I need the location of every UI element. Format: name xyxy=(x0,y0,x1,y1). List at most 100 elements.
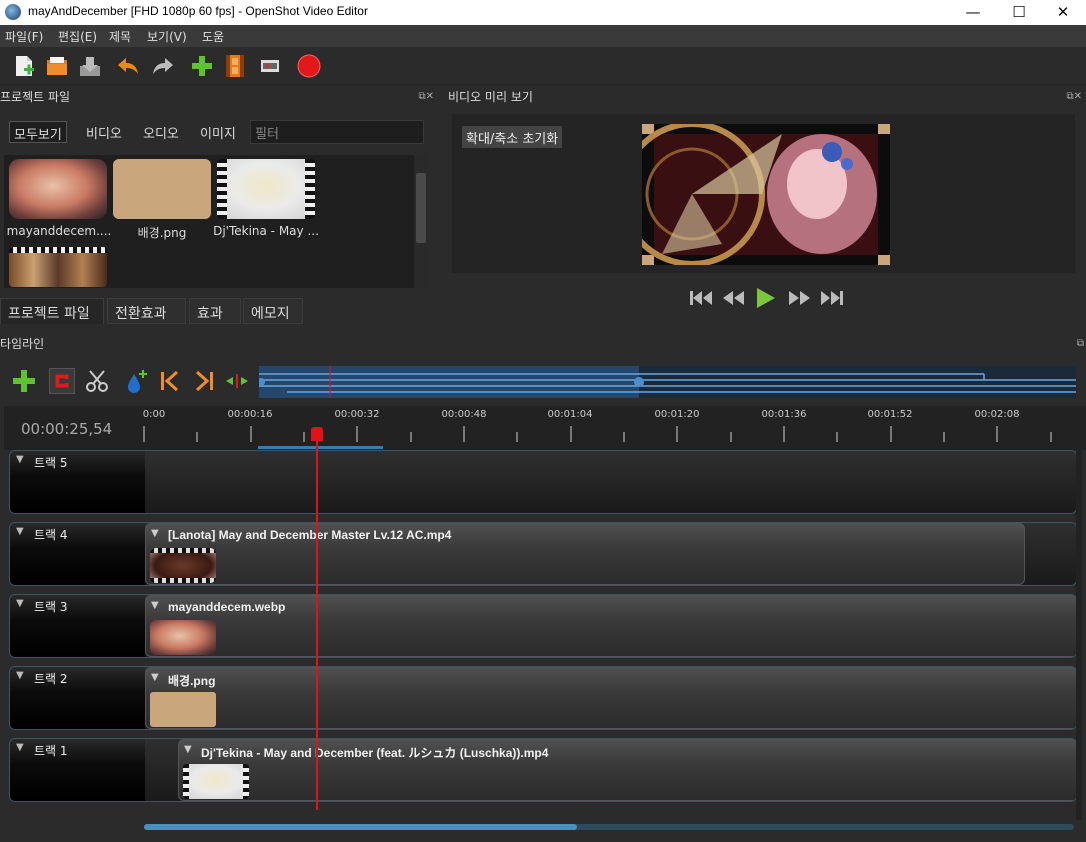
track-header: ▼ 트랙 5 xyxy=(10,451,145,513)
file-thumb-mayanddecem[interactable] xyxy=(9,159,107,219)
menu-view[interactable]: 보기(V) xyxy=(147,28,187,45)
chevron-down-icon[interactable]: ▼ xyxy=(151,672,159,683)
fast-forward-icon[interactable] xyxy=(786,288,812,308)
undo-icon[interactable] xyxy=(116,54,140,78)
dock-float-close-icon[interactable]: ⧉✕ xyxy=(418,91,434,102)
timeline-clip[interactable]: ▼ Dj'Tekina - May and December (feat. ルシ… xyxy=(178,739,1076,801)
choose-profile-icon[interactable] xyxy=(223,54,247,78)
window-title: mayAndDecember [FHD 1080p 60 fps] - Open… xyxy=(28,4,368,18)
menu-edit[interactable]: 편집(E) xyxy=(58,28,97,45)
rewind-icon[interactable] xyxy=(721,288,747,308)
redo-icon[interactable] xyxy=(151,54,175,78)
add-track-icon[interactable] xyxy=(11,368,37,394)
close-button[interactable]: ✕ xyxy=(1040,0,1086,25)
clip-thumbnail xyxy=(183,764,249,799)
track-4[interactable]: ▼ 트랙 4 ▼ [Lanota] May and December Maste… xyxy=(9,522,1077,586)
timeline-overview[interactable] xyxy=(257,366,1076,398)
chevron-down-icon[interactable]: ▼ xyxy=(16,598,24,609)
fullscreen-icon[interactable] xyxy=(258,54,282,78)
track-3[interactable]: ▼ 트랙 3 ▼ mayanddecem.webp xyxy=(9,594,1077,658)
file-thumb-djtekina[interactable] xyxy=(217,159,315,219)
menu-file[interactable]: 파일(F) xyxy=(5,28,43,45)
main-toolbar xyxy=(0,47,1086,85)
filter-input[interactable]: 필터 xyxy=(250,120,424,144)
track-lane[interactable]: ▼ mayanddecem.webp xyxy=(145,595,1076,657)
timeline-vertical-scrollbar[interactable] xyxy=(1076,450,1082,820)
clip-title: 배경.png xyxy=(168,674,216,688)
zoom-reset-button[interactable]: 확대/축소 초기화 xyxy=(462,126,563,148)
tab-transitions[interactable]: 전환효과 xyxy=(107,298,186,324)
dock-float-icon[interactable]: ⧉ xyxy=(1077,338,1084,349)
file-label: Dj'Tekina - May ... xyxy=(213,224,319,238)
file-label: 배경.png xyxy=(137,226,187,240)
preview-header: 비디오 미리 보기 ⧉✕ xyxy=(448,88,1084,108)
tick-label: 0:00 xyxy=(142,409,166,420)
next-marker-icon[interactable] xyxy=(191,368,217,394)
playhead-line[interactable] xyxy=(316,438,318,810)
track-name: 트랙 3 xyxy=(34,600,68,614)
track-lane[interactable]: ▼ Dj'Tekina - May and December (feat. ルシ… xyxy=(145,739,1076,801)
overview-graph xyxy=(257,366,1076,398)
menu-bar: 파일(F) 편집(E) 제목 보기(V) 도움 xyxy=(0,25,1086,47)
add-marker-icon[interactable] xyxy=(123,368,149,394)
dock-float-close-icon[interactable]: ⧉✕ xyxy=(1066,91,1082,102)
snapping-magnet-icon[interactable] xyxy=(49,368,75,394)
file-thumb-lanota[interactable] xyxy=(9,247,107,287)
file-thumb-background[interactable] xyxy=(113,159,211,219)
scrollbar-thumb[interactable] xyxy=(416,173,426,243)
track-lane[interactable] xyxy=(145,451,1076,513)
export-video-icon[interactable] xyxy=(297,54,321,78)
import-files-icon[interactable] xyxy=(190,54,214,78)
track-lane[interactable]: ▼ [Lanota] May and December Master Lv.12… xyxy=(145,523,1076,585)
timeline-clip[interactable]: ▼ mayanddecem.webp xyxy=(145,595,1076,657)
track-name: 트랙 4 xyxy=(34,528,68,542)
previous-marker-icon[interactable] xyxy=(157,368,183,394)
jump-start-icon[interactable] xyxy=(688,288,714,308)
clip-title: Dj'Tekina - May and December (feat. ルシュカ… xyxy=(201,746,549,760)
track-name: 트랙 1 xyxy=(34,744,68,758)
chevron-down-icon[interactable]: ▼ xyxy=(16,454,24,465)
filter-all-button[interactable]: 모두보기 xyxy=(9,121,67,143)
razor-icon[interactable] xyxy=(84,368,110,394)
track-2[interactable]: ▼ 트랙 2 ▼ 배경.png xyxy=(9,666,1077,730)
window-titlebar: mayAndDecember [FHD 1080p 60 fps] - Open… xyxy=(0,0,1086,25)
project-files-header: 프로젝트 파일 ⧉✕ xyxy=(0,88,436,108)
filter-image-button[interactable]: 이미지 xyxy=(196,121,240,143)
maximize-button[interactable]: ☐ xyxy=(996,0,1042,25)
filter-audio-button[interactable]: 오디오 xyxy=(139,121,183,143)
save-project-icon[interactable] xyxy=(78,54,102,78)
tab-emojis[interactable]: 에모지 xyxy=(243,298,303,324)
chevron-down-icon[interactable]: ▼ xyxy=(16,742,24,753)
chevron-down-icon[interactable]: ▼ xyxy=(151,528,159,539)
play-icon[interactable] xyxy=(753,288,779,308)
timeline-horizontal-scrollbar[interactable] xyxy=(144,824,1074,830)
tick-label: 00:01:20 xyxy=(654,409,700,420)
timeline-clip[interactable]: ▼ [Lanota] May and December Master Lv.12… xyxy=(145,523,1025,585)
chevron-down-icon[interactable]: ▼ xyxy=(16,670,24,681)
chevron-down-icon[interactable]: ▼ xyxy=(151,600,159,611)
preview-title: 비디오 미리 보기 xyxy=(448,90,533,104)
tab-project-files[interactable]: 프로젝트 파일 xyxy=(0,298,104,324)
minimize-button[interactable]: — xyxy=(950,0,996,25)
tick-label: 00:00:16 xyxy=(227,409,273,420)
open-project-icon[interactable] xyxy=(45,54,69,78)
center-playhead-icon[interactable] xyxy=(224,368,250,394)
project-files-scrollbar[interactable] xyxy=(414,155,428,288)
chevron-down-icon[interactable]: ▼ xyxy=(184,744,192,755)
tick-label: 00:00:32 xyxy=(334,409,380,420)
scrollbar-thumb[interactable] xyxy=(144,824,577,830)
new-project-icon[interactable] xyxy=(12,54,36,78)
menu-help[interactable]: 도움 xyxy=(202,28,224,45)
jump-end-icon[interactable] xyxy=(819,288,845,308)
tab-effects[interactable]: 효과 xyxy=(189,298,241,324)
tick-label: 00:01:36 xyxy=(761,409,807,420)
clip-thumbnail xyxy=(150,620,216,655)
timeline-clip[interactable]: ▼ 배경.png xyxy=(145,667,1076,729)
chevron-down-icon[interactable]: ▼ xyxy=(16,526,24,537)
track-lane[interactable]: ▼ 배경.png xyxy=(145,667,1076,729)
tick-label: 00:01:04 xyxy=(547,409,593,420)
filter-video-button[interactable]: 비디오 xyxy=(82,121,126,143)
track-5[interactable]: ▼ 트랙 5 xyxy=(9,450,1077,514)
track-1[interactable]: ▼ 트랙 1 ▼ Dj'Tekina - May and December (f… xyxy=(9,738,1077,802)
menu-title[interactable]: 제목 xyxy=(109,28,131,45)
